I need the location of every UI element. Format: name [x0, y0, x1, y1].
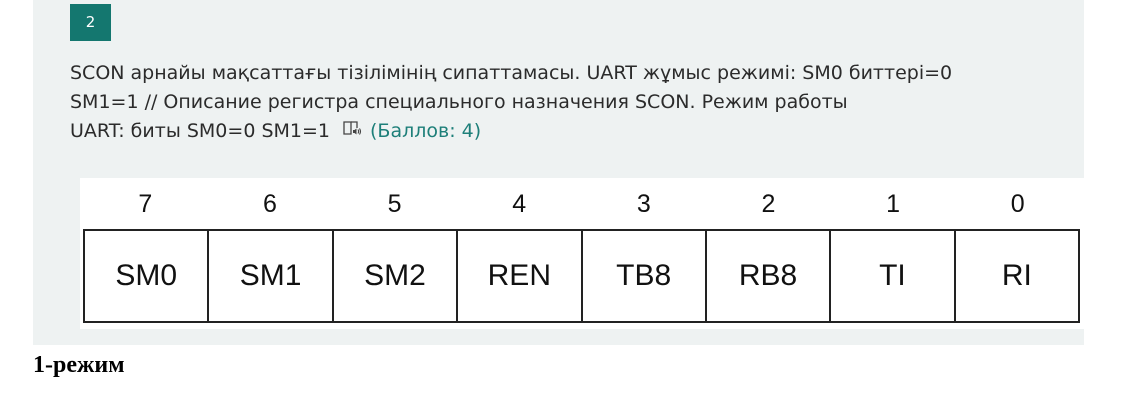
bit-cell-ti: TI — [831, 231, 956, 321]
bit-number-5: 5 — [387, 190, 402, 218]
question-text-line-1: SCON арнайы мақсаттағы тізілімінің сипат… — [70, 62, 953, 84]
bit-number-3: 3 — [636, 190, 651, 218]
bit-number-0: 0 — [1010, 190, 1025, 218]
mode-label: 1-режим — [33, 352, 125, 378]
question-card: 2 SCON арнайы мақсаттағы тізілімінің сип… — [33, 0, 1093, 345]
bit-cell-tb8: TB8 — [583, 231, 707, 321]
register-bit-cells: SM0 SM1 SM2 REN TB8 RB8 TI RI — [83, 229, 1080, 323]
bit-number-6: 6 — [262, 190, 277, 218]
scon-register-diagram: 7 6 5 4 3 2 1 0 SM0 SM1 SM2 REN TB8 RB8 … — [80, 178, 1093, 329]
bit-number-2: 2 — [761, 190, 776, 218]
question-text: SCON арнайы мақсаттағы тізілімінің сипат… — [70, 59, 1060, 146]
bit-cell-ren: REN — [458, 231, 583, 321]
bit-cell-sm0: SM0 — [85, 231, 210, 321]
bit-cell-rb8: RB8 — [707, 231, 832, 321]
points-label: (Баллов: 4) — [370, 120, 482, 142]
bit-number-row: 7 6 5 4 3 2 1 0 — [83, 186, 1080, 222]
bit-cell-ri: RI — [1001, 259, 1032, 292]
question-number-badge: 2 — [70, 4, 111, 41]
bit-number-4: 4 — [512, 190, 527, 218]
bit-number-1: 1 — [886, 190, 901, 218]
question-text-line-3-text: UART: биты SM0=0 SM1=1 — [70, 120, 330, 142]
question-text-line-2: SM1=1 // Описание регистра специального … — [70, 91, 848, 113]
bit-cell-sm2: SM2 — [334, 231, 459, 321]
bit-number-7: 7 — [138, 190, 153, 218]
immersive-reader-icon[interactable] — [342, 117, 362, 146]
bit-cell-sm1: SM1 — [209, 231, 334, 321]
question-text-line-3: UART: биты SM0=0 SM1=1 (Баллов: 4) — [70, 117, 1060, 146]
